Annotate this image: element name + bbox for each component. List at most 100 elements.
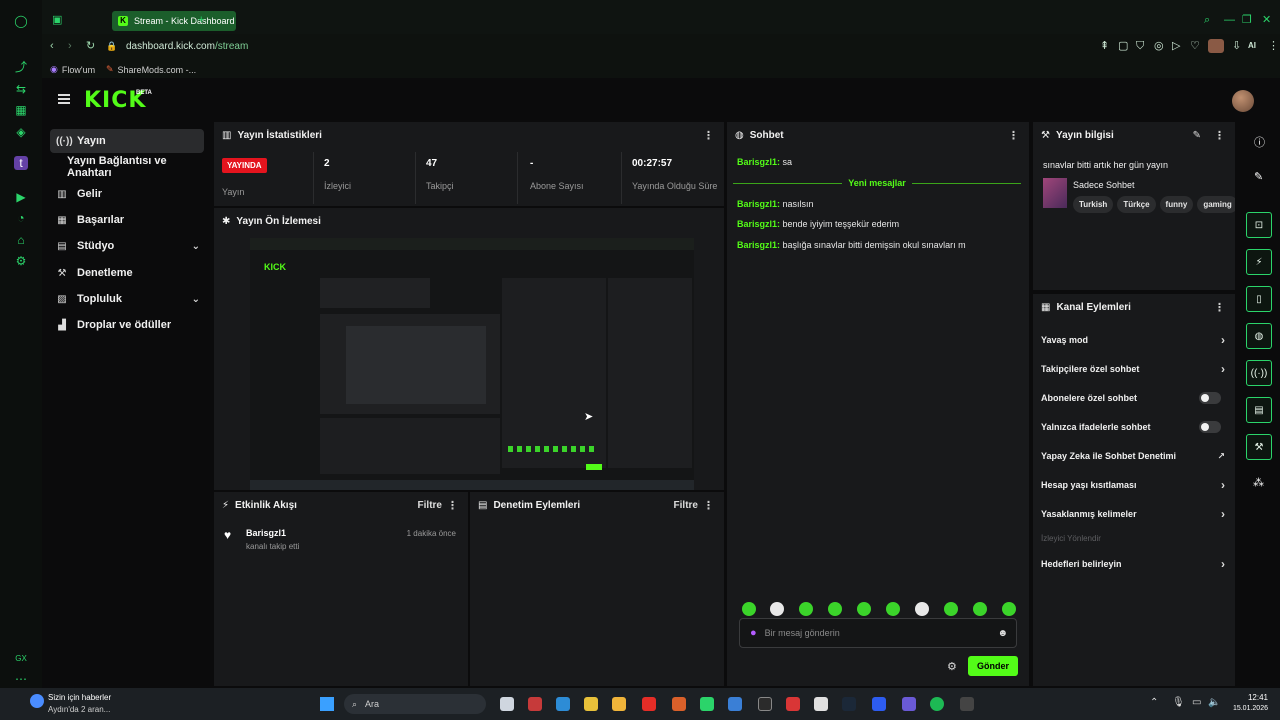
aria-icon[interactable]: ⤴ bbox=[14, 60, 28, 74]
back-icon[interactable]: ‹ bbox=[50, 40, 54, 52]
twitch-icon[interactable]: t bbox=[14, 156, 28, 170]
tag[interactable]: gaming bbox=[1197, 196, 1235, 213]
sidebar-item-topluluk[interactable]: ▨ Topluluk ⌄ bbox=[50, 287, 204, 311]
quick-action-6-button[interactable]: ▤ bbox=[1246, 397, 1272, 423]
microphone-icon[interactable]: ● bbox=[750, 627, 757, 639]
ai-moderation-item[interactable]: Yapay Zeka ile Sohbet Denetimi ↗ bbox=[1041, 446, 1225, 466]
tab-kick-dashboard[interactable]: K Stream - Kick Dashboard bbox=[112, 11, 236, 31]
pin-icon[interactable]: ⇞ bbox=[1100, 40, 1109, 52]
search-tabs-icon[interactable]: ⌕ bbox=[1204, 14, 1210, 26]
emote-6-icon[interactable] bbox=[886, 602, 900, 616]
new-tab-icon[interactable]: + bbox=[198, 14, 204, 26]
flow-icon[interactable]: ⇆ bbox=[14, 82, 28, 96]
more-icon[interactable]: ⋯ bbox=[14, 672, 28, 686]
channel-actions-more-icon[interactable]: ⋮ bbox=[1214, 301, 1225, 314]
banned-words-item[interactable]: Yasaklanmış kelimeler › bbox=[1041, 504, 1225, 524]
user-avatar[interactable] bbox=[1232, 90, 1254, 112]
set-goals-item[interactable]: Hedefleri belirleyin › bbox=[1041, 554, 1225, 574]
snapshot-icon[interactable]: ▢ bbox=[1118, 40, 1128, 52]
zoom-taskbar-icon[interactable] bbox=[872, 697, 886, 711]
bag-icon[interactable]: ⌂ bbox=[14, 233, 28, 247]
send-button[interactable]: Gönder bbox=[968, 656, 1018, 676]
explorer-taskbar-icon[interactable] bbox=[612, 697, 626, 711]
quick-action-7-button[interactable]: ⚒ bbox=[1246, 434, 1272, 460]
settings-icon[interactable]: ⚙ bbox=[14, 254, 28, 268]
chat-more-icon[interactable]: ⋮ bbox=[1008, 129, 1019, 142]
youtube-taskbar-icon[interactable] bbox=[642, 697, 656, 711]
workspace-icon[interactable]: ▦ bbox=[14, 103, 28, 117]
edge-taskbar-icon[interactable] bbox=[556, 697, 570, 711]
slow-mode-item[interactable]: Yavaş mod › bbox=[1041, 330, 1225, 350]
emote-4-icon[interactable] bbox=[828, 602, 842, 616]
epic-taskbar-icon[interactable] bbox=[758, 697, 772, 711]
player-icon[interactable]: ▶ bbox=[14, 190, 28, 204]
url-field[interactable]: dashboard.kick.com/stream bbox=[126, 41, 248, 52]
stats-more-icon[interactable]: ⋮ bbox=[703, 129, 714, 142]
sidebar-item-denetleme[interactable]: ⚒ Denetleme bbox=[50, 261, 204, 285]
weather-icon[interactable] bbox=[30, 694, 44, 708]
emote-8-icon[interactable] bbox=[944, 602, 958, 616]
emote-7-icon[interactable] bbox=[915, 602, 929, 616]
category-thumbnail[interactable] bbox=[1043, 178, 1067, 208]
reload-icon[interactable]: ↻ bbox=[86, 40, 95, 52]
forward-icon[interactable]: › bbox=[68, 40, 72, 52]
download-icon[interactable]: ⇩ bbox=[1232, 40, 1241, 52]
app2-taskbar-icon[interactable] bbox=[786, 697, 800, 711]
bookmark-sharemods[interactable]: ✎ ShareMods.com -... bbox=[106, 64, 196, 75]
account-age-item[interactable]: Hesap yaşı kısıtlaması › bbox=[1041, 475, 1225, 495]
edit-icon[interactable]: ✎ bbox=[1193, 130, 1201, 141]
clock-time[interactable]: 12:41 bbox=[1236, 693, 1268, 702]
extensions-icon[interactable]: ◈ bbox=[14, 125, 28, 139]
sidebar-item-stream-key[interactable]: Yayın Bağlantısı ve Anahtarı bbox=[62, 155, 212, 179]
close-window-icon[interactable]: ✕ bbox=[1262, 14, 1271, 26]
store-taskbar-icon[interactable] bbox=[728, 697, 742, 711]
network-icon[interactable]: ▭ bbox=[1192, 697, 1201, 708]
quick-action-5-button[interactable]: ((·)) bbox=[1246, 360, 1272, 386]
clock-date[interactable]: 15.01.2026 bbox=[1226, 705, 1268, 712]
app-taskbar-icon[interactable] bbox=[672, 697, 686, 711]
whatsapp-taskbar-icon[interactable] bbox=[700, 697, 714, 711]
emote-2-icon[interactable] bbox=[770, 602, 784, 616]
tab-list-icon[interactable]: ▣ bbox=[52, 14, 62, 26]
minimize-icon[interactable]: — bbox=[1224, 14, 1235, 26]
emote-3-icon[interactable] bbox=[799, 602, 813, 616]
emote-9-icon[interactable] bbox=[973, 602, 987, 616]
sidebar-item-droplar[interactable]: ▟ Droplar ve ödüller bbox=[50, 313, 204, 337]
heart-icon[interactable]: ♡ bbox=[1190, 40, 1200, 52]
emote-only-toggle[interactable] bbox=[1199, 421, 1221, 433]
volume-icon[interactable]: 🔈 bbox=[1208, 697, 1220, 708]
moderation-filter-button[interactable]: Filtre bbox=[674, 500, 698, 511]
shield-icon[interactable]: ⛉ bbox=[1136, 40, 1144, 52]
chat-message-input[interactable]: ● Bir mesaj gönderin ☻ bbox=[739, 618, 1017, 648]
activity-filter-button[interactable]: Filtre bbox=[418, 500, 442, 511]
quick-action-1-button[interactable]: ⊡ bbox=[1246, 212, 1272, 238]
maximize-icon[interactable]: ❐ bbox=[1242, 14, 1252, 26]
lock-icon[interactable]: 🔒 bbox=[106, 40, 117, 52]
sidebar-item-basarilar[interactable]: ▦ Başarılar bbox=[50, 208, 204, 232]
history-icon[interactable]: ◔ bbox=[14, 211, 28, 225]
followers-only-item[interactable]: Takipçilere özel sohbet › bbox=[1041, 359, 1225, 379]
subscribers-only-toggle[interactable] bbox=[1199, 392, 1221, 404]
task-view-icon[interactable] bbox=[500, 697, 514, 711]
emoji-icon[interactable]: ☻ bbox=[997, 628, 1008, 639]
opera-logo-icon[interactable]: ◯ bbox=[14, 14, 28, 28]
xbox-taskbar-icon[interactable] bbox=[814, 697, 828, 711]
hamburger-menu-icon[interactable] bbox=[58, 94, 70, 104]
ai-button[interactable]: AI bbox=[1248, 40, 1256, 52]
profile-icon[interactable] bbox=[1208, 39, 1224, 53]
camera-icon[interactable]: ◎ bbox=[1154, 40, 1164, 52]
tag[interactable]: Türkçe bbox=[1117, 196, 1156, 213]
chrome-taskbar-icon[interactable] bbox=[584, 697, 598, 711]
teams-taskbar-icon[interactable] bbox=[902, 697, 916, 711]
activity-user[interactable]: Barisgzl1 bbox=[246, 528, 286, 538]
emote-5-icon[interactable] bbox=[857, 602, 871, 616]
opera-gx-taskbar-icon[interactable] bbox=[528, 697, 542, 711]
sidebar-item-studyo[interactable]: ▤ Stüdyo ⌄ bbox=[50, 234, 204, 258]
tray-chevron-icon[interactable]: ⌃ bbox=[1150, 697, 1158, 708]
taskbar-search[interactable]: ⌕ Ara bbox=[344, 694, 486, 714]
sidebar-item-yayin[interactable]: ((·)) Yayın bbox=[50, 129, 204, 153]
stream-preview-video[interactable]: KICK ➤ bbox=[250, 238, 694, 490]
activity-more-icon[interactable]: ⋮ bbox=[447, 499, 458, 512]
gx-icon[interactable]: GX bbox=[14, 652, 28, 666]
chat-settings-icon[interactable]: ⚙ bbox=[947, 660, 957, 673]
